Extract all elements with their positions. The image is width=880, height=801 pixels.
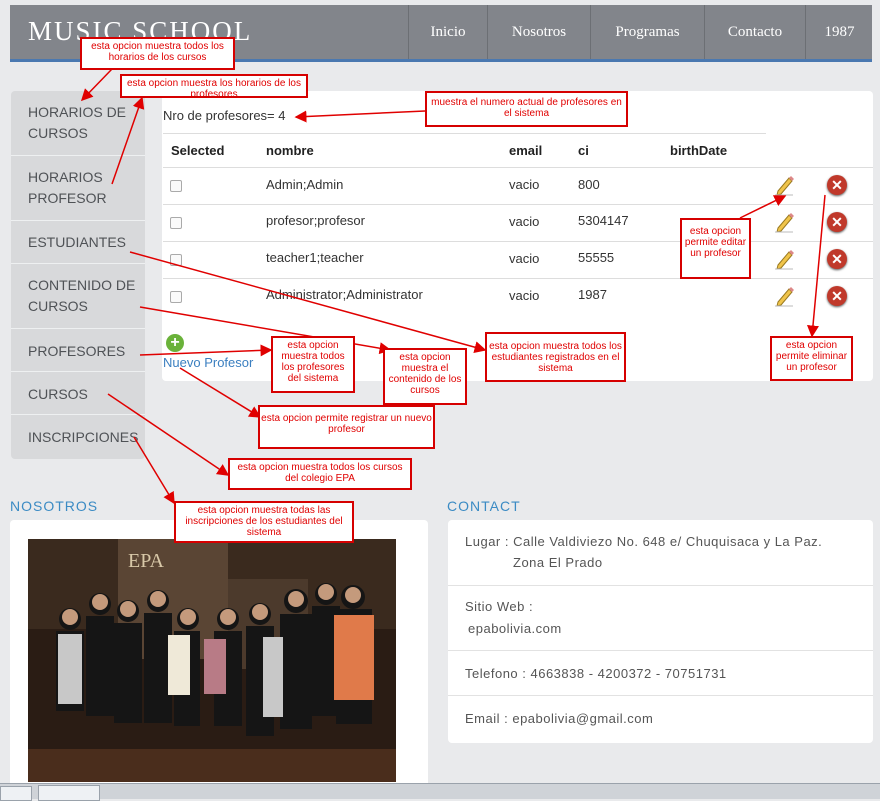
annotation-edit: esta opcion permite editar un profesor	[680, 218, 751, 279]
annotation-delete: esta opcion permite eliminar un profesor	[770, 336, 853, 381]
annotation-inscripciones: esta opcion muestra todas las inscripcio…	[174, 501, 354, 543]
annotation-profesores: esta opcion muestra todos los profesores…	[271, 336, 355, 393]
annotation-new-professor: esta opcion permite registrar un nuevo p…	[258, 405, 435, 449]
annotation-estudiantes: esta opcion muestra todos los estudiante…	[485, 332, 626, 382]
taskbar-app-icon[interactable]	[38, 785, 100, 801]
taskbar-app-icon[interactable]	[0, 786, 32, 801]
annotation-horarios-cursos: esta opcion muestra todos los horarios d…	[80, 37, 235, 70]
annotation-professor-count: muestra el numero actual de profesores e…	[425, 91, 628, 127]
annotation-cursos: esta opcion muestra todos los cursos del…	[228, 458, 412, 490]
os-taskbar	[0, 783, 880, 801]
annotation-contenido-cursos: esta opcion muestra el contenido de los …	[383, 348, 467, 405]
annotation-horarios-profesor: esta opcion muestra los horarios de los …	[120, 74, 308, 98]
